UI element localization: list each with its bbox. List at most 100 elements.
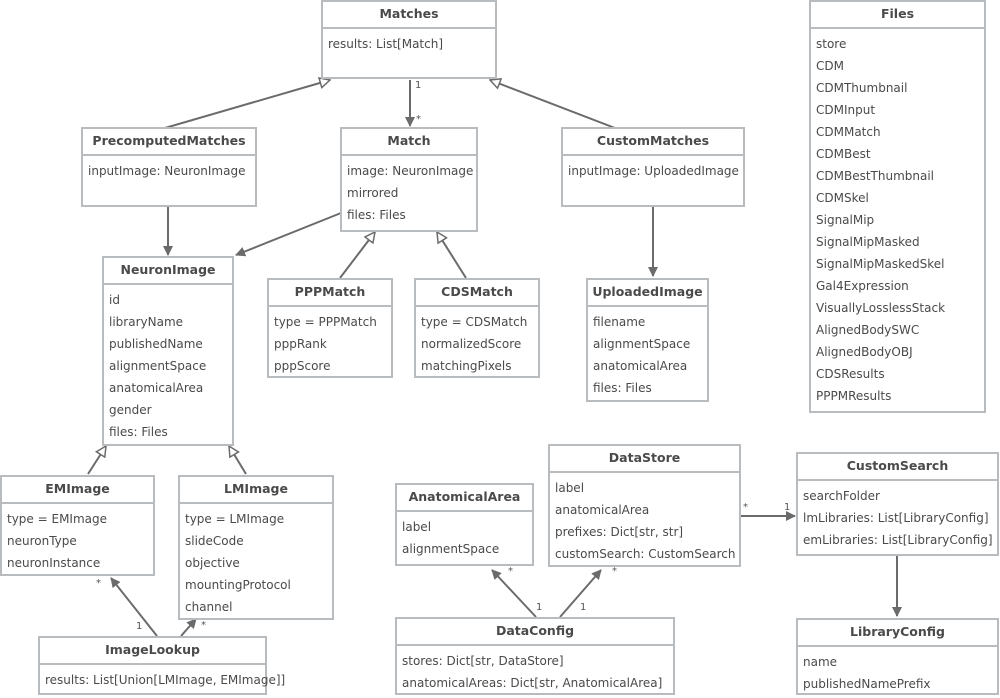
- class-attribute: label: [402, 520, 432, 534]
- class-attributes: type = LMImage slideCode objective mounting…: [180, 504, 332, 618]
- class-data-config[interactable]: DataConfig stores: Dict[str, DataStore] an…: [395, 617, 675, 695]
- class-attribute: alignmentSpace: [593, 337, 691, 351]
- class-precomputed-matches[interactable]: PrecomputedMatches inputImage: NeuronImag…: [81, 127, 257, 207]
- class-em-image[interactable]: EMImage type = EMImage neuronType neuronIns…: [0, 475, 155, 576]
- mult-imagelookup-emimage-1: 1: [136, 621, 143, 632]
- class-uploaded-image[interactable]: UploadedImage filename alignmentSpace anato…: [586, 278, 709, 402]
- class-library-config[interactable]: LibraryConfig name publishedNamePrefix: [796, 618, 999, 695]
- class-attribute: anatomicalArea: [109, 381, 204, 395]
- class-attribute: CDMMatch: [816, 125, 881, 139]
- class-matches[interactable]: Matches results: List[Match]: [321, 0, 497, 79]
- class-attribute: alignmentSpace: [109, 359, 207, 373]
- class-attributes: stores: Dict[str, DataStore] anatomicalAr…: [397, 646, 673, 694]
- class-match[interactable]: Match image: NeuronImage mirrored files: Fi…: [340, 127, 478, 232]
- class-custom-search[interactable]: CustomSearch searchFolder lmLibraries: Lis…: [796, 452, 999, 556]
- class-attribute: filename: [593, 315, 646, 329]
- class-attribute: CDMThumbnail: [816, 81, 908, 95]
- class-attribute: label: [555, 481, 585, 495]
- class-attribute: AlignedBodySWC: [816, 323, 920, 337]
- mult-matches-match-1: 1: [415, 80, 422, 91]
- class-attribute: pppScore: [274, 359, 331, 373]
- class-name: LMImage: [180, 477, 332, 504]
- class-name: AnatomicalArea: [397, 485, 532, 512]
- mult-datastore-customsearch-1: 1: [784, 502, 791, 513]
- class-attribute: searchFolder: [803, 489, 880, 503]
- class-attributes: id libraryName publishedName alignmentSpace…: [104, 285, 232, 443]
- class-attribute: type = PPPMatch: [274, 315, 377, 329]
- class-attribute: matchingPixels: [421, 359, 512, 373]
- class-attribute: neuronType: [7, 534, 77, 548]
- class-attribute: normalizedScore: [421, 337, 522, 351]
- edge-pppmatch-match: [339, 232, 375, 279]
- class-lm-image[interactable]: LMImage type = LMImage slideCode objective m…: [178, 475, 334, 620]
- class-attribute: type = EMImage: [7, 512, 108, 526]
- class-attribute: customSearch: CustomSearch: [555, 547, 736, 561]
- class-attribute: results: List[Union[LMImage, EMImage]]: [45, 673, 286, 687]
- class-attribute: results: List[Match]: [328, 37, 444, 51]
- class-data-store[interactable]: DataStore label anatomicalArea prefixes: Di…: [548, 444, 741, 567]
- class-image-lookup[interactable]: ImageLookup results: List[Union[LMImage, …: [38, 636, 286, 695]
- edge-custommatches-matches: [490, 80, 616, 129]
- mult-datastore-customsearch-many: *: [743, 502, 748, 513]
- class-name: CustomSearch: [798, 454, 997, 481]
- class-attribute: Gal4Expression: [816, 279, 909, 293]
- class-attributes: inputImage: UploadedImage: [563, 156, 743, 182]
- class-attributes: store CDM CDMThumbnail CDMInput CDMMatch CDMB…: [811, 29, 984, 407]
- class-attribute: pppRank: [274, 337, 327, 351]
- class-anatomical-area[interactable]: AnatomicalArea label alignmentSpace: [395, 483, 534, 566]
- class-name: UploadedImage: [588, 280, 707, 307]
- class-attribute: prefixes: Dict[str, str]: [555, 525, 684, 539]
- class-name: DataStore: [550, 446, 739, 473]
- class-attributes: type = CDSMatch normalizedScore matchingPi…: [416, 307, 538, 377]
- class-attribute: store: [816, 37, 847, 51]
- edge-cdsmatch-match: [437, 232, 467, 279]
- class-attribute: files: Files: [109, 425, 168, 439]
- class-attribute: publishedName: [109, 337, 203, 351]
- mult-matches-match-many: *: [416, 114, 421, 125]
- mult-imagelookup-emimage-many: *: [96, 578, 101, 589]
- class-name: PrecomputedMatches: [83, 129, 255, 156]
- class-name: ImageLookup: [40, 638, 265, 665]
- class-attribute: CDMBestThumbnail: [816, 169, 935, 183]
- class-attribute: lmLibraries: List[LibraryConfig]: [803, 511, 989, 525]
- class-attribute: type = LMImage: [185, 512, 285, 526]
- class-name: EMImage: [2, 477, 153, 504]
- class-attribute: neuronInstance: [7, 556, 101, 570]
- class-attribute: libraryName: [109, 315, 184, 329]
- class-attributes: label anatomicalArea prefixes: Dict[str, s…: [550, 473, 739, 565]
- class-attributes: name publishedNamePrefix: [798, 647, 997, 695]
- class-attributes: type = EMImage neuronType neuronInstance: [2, 504, 153, 574]
- edge-imagelookup-lmimage: [180, 618, 197, 637]
- edge-match-neuronimage: [235, 212, 342, 257]
- class-attribute: CDMInput: [816, 103, 876, 117]
- class-attribute: objective: [185, 556, 240, 570]
- class-attribute: files: Files: [593, 381, 652, 395]
- class-attributes: results: List[Match]: [323, 29, 495, 55]
- class-attribute: emLibraries: List[LibraryConfig]: [803, 533, 993, 547]
- class-neuron-image[interactable]: NeuronImage id libraryName publishedName ali…: [102, 256, 234, 446]
- edge-lmimage-neuronimage: [229, 446, 247, 475]
- class-name: Files: [811, 2, 984, 29]
- class-attribute: SignalMipMasked: [816, 235, 920, 249]
- mult-dataconfig-datastore-many: *: [612, 566, 617, 577]
- class-attributes: label alignmentSpace: [397, 512, 532, 560]
- class-attributes: results: List[Union[LMImage, EMImage]]: [40, 665, 286, 691]
- class-name: CDSMatch: [416, 280, 538, 307]
- class-name: DataConfig: [397, 619, 673, 646]
- class-cds-match[interactable]: CDSMatch type = CDSMatch normalizedScore ma…: [414, 278, 540, 378]
- class-attribute: id: [109, 293, 120, 307]
- class-attribute: anatomicalArea: [593, 359, 688, 373]
- edge-imagelookup-emimage: [110, 577, 158, 637]
- class-ppp-match[interactable]: PPPMatch type = PPPMatch pppRank pppScore: [267, 278, 393, 378]
- class-attribute: SignalMipMaskedSkel: [816, 257, 945, 271]
- class-attribute: CDSResults: [816, 367, 885, 381]
- class-attribute: CDM: [816, 59, 844, 73]
- class-name: LibraryConfig: [798, 620, 997, 647]
- mult-dataconfig-anatomicalarea-1: 1: [536, 602, 543, 613]
- class-files[interactable]: Files store CDM CDMThumbnail CDMInput CDMMatc…: [809, 0, 986, 413]
- class-attribute: type = CDSMatch: [421, 315, 528, 329]
- class-custom-matches[interactable]: CustomMatches inputImage: UploadedImage: [561, 127, 745, 207]
- class-attributes: searchFolder lmLibraries: List[LibraryCon…: [798, 481, 997, 551]
- class-name: CustomMatches: [563, 129, 743, 156]
- mult-imagelookup-lmimage-many: *: [201, 620, 206, 631]
